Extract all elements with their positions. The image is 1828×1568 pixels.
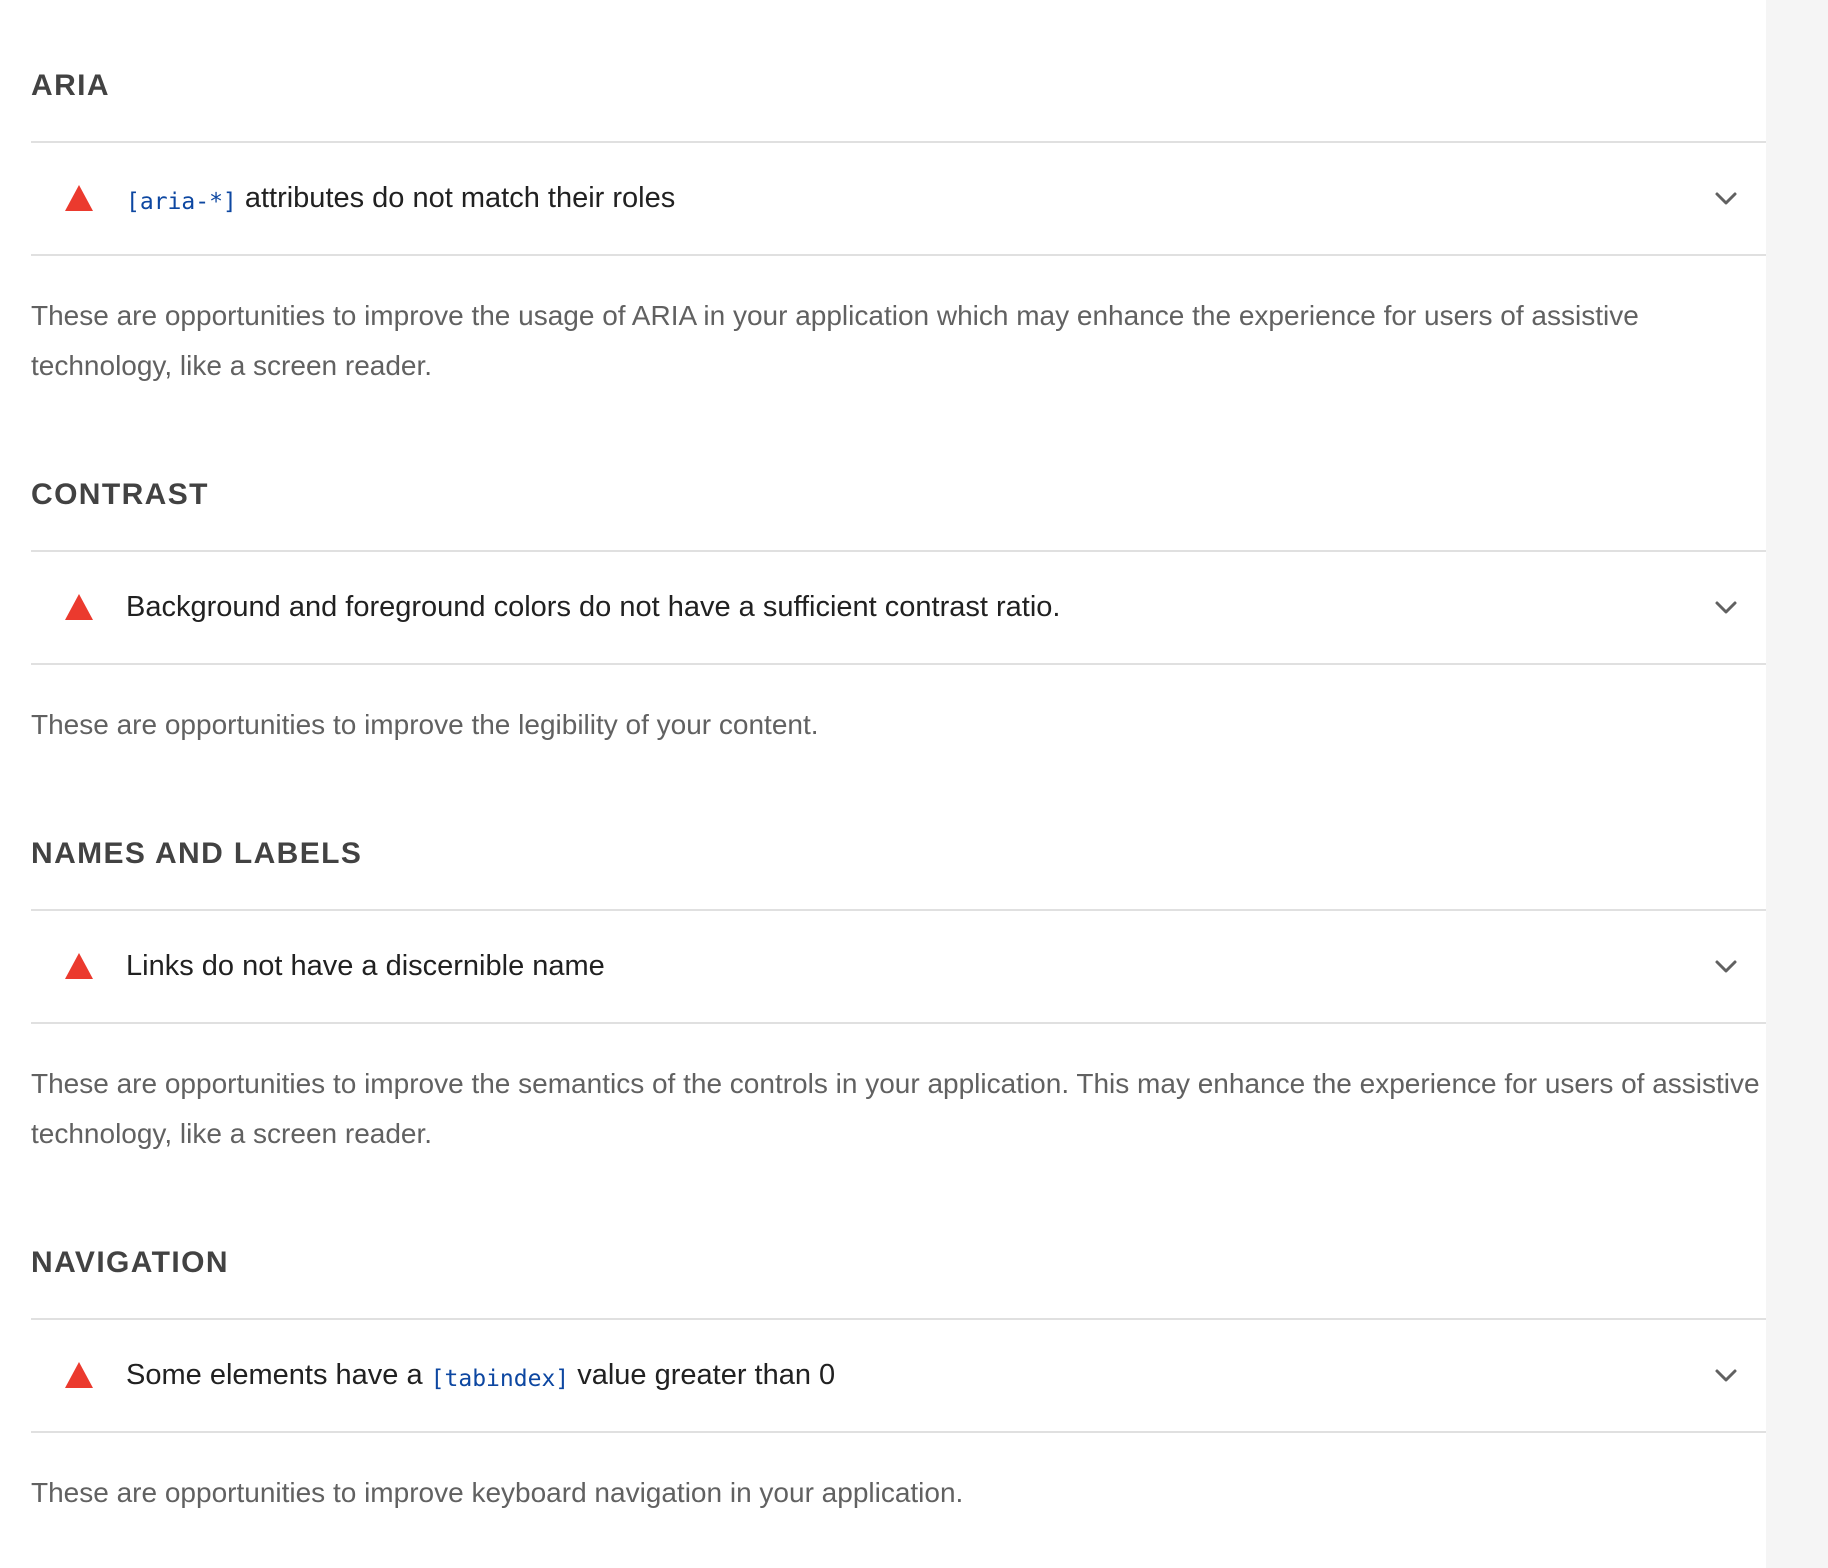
chevron-down-icon[interactable] xyxy=(1713,185,1739,211)
group-title: CONTRAST xyxy=(31,478,209,511)
group-description: These are opportunities to improve the s… xyxy=(31,1068,1760,1149)
audit-title-code: [aria-*] xyxy=(126,189,237,215)
audit-title-text-before: Background and foreground colors do not … xyxy=(126,591,1061,623)
audit-title: [aria-*] attributes do not match their r… xyxy=(126,143,675,254)
group-description: These are opportunities to improve the u… xyxy=(31,300,1639,381)
group-title: ARIA xyxy=(31,69,110,102)
accessibility-report-page: ARIA [aria-*] attributes do not match th… xyxy=(0,0,1828,1568)
group-title: NAVIGATION xyxy=(31,1246,229,1279)
audit-row-color-contrast[interactable]: Background and foreground colors do not … xyxy=(31,550,1771,665)
audit-title: Some elements have a [tabindex] value gr… xyxy=(126,1320,835,1431)
audit-row-link-name[interactable]: Links do not have a discernible name xyxy=(31,909,1771,1024)
audit-group-names-and-labels: NAMES AND LABELS xyxy=(31,834,1771,874)
audit-title-text-after: attributes do not match their roles xyxy=(236,182,676,214)
warning-triangle-icon xyxy=(65,594,93,620)
audit-group-contrast: CONTRAST xyxy=(31,475,1771,515)
audit-title-code: [tabindex] xyxy=(430,1366,570,1392)
audit-title: Links do not have a discernible name xyxy=(126,911,605,1022)
chevron-down-icon[interactable] xyxy=(1713,1362,1739,1388)
chevron-down-icon[interactable] xyxy=(1713,594,1739,620)
group-title: NAMES AND LABELS xyxy=(31,837,363,870)
audit-row-aria-attributes[interactable]: [aria-*] attributes do not match their r… xyxy=(31,141,1771,256)
group-description: These are opportunities to improve the l… xyxy=(31,709,819,740)
warning-triangle-icon xyxy=(65,1362,93,1388)
audit-group-navigation: NAVIGATION xyxy=(31,1243,1771,1283)
audit-title-text-after: value greater than 0 xyxy=(569,1359,836,1391)
audit-title: Background and foreground colors do not … xyxy=(126,552,1061,663)
warning-triangle-icon xyxy=(65,953,93,979)
audit-title-text-before: Links do not have a discernible name xyxy=(126,950,605,982)
group-description: These are opportunities to improve keybo… xyxy=(31,1477,964,1508)
audit-title-text-before: Some elements have a xyxy=(126,1359,431,1391)
audit-row-tabindex[interactable]: Some elements have a [tabindex] value gr… xyxy=(31,1318,1771,1433)
audit-group-aria: ARIA xyxy=(31,66,1771,106)
chevron-down-icon[interactable] xyxy=(1713,953,1739,979)
warning-triangle-icon xyxy=(65,185,93,211)
scrollbar-track[interactable] xyxy=(1766,0,1828,1568)
